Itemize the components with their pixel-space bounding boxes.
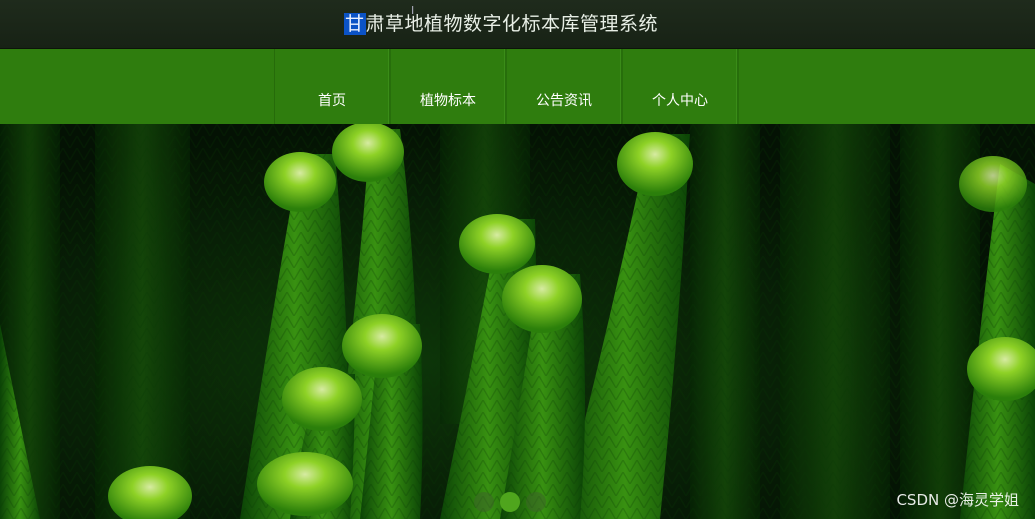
hero-carousel-image[interactable] — [0, 124, 1035, 519]
text-cursor-icon: I — [411, 4, 415, 17]
carousel-dot[interactable] — [474, 492, 494, 512]
nav-item-announcements[interactable]: 公告资讯 — [507, 49, 623, 124]
site-title-text: 肃草地植物数字化标本库管理系统 — [365, 13, 659, 35]
carousel-dot-active[interactable] — [500, 492, 520, 512]
nav-item-label: 个人中心 — [652, 93, 708, 109]
nav-item-label: 公告资讯 — [536, 93, 592, 109]
watermark: CSDN @海灵学姐 — [896, 491, 1019, 509]
nav-item-label: 首页 — [318, 93, 346, 109]
site-title: 甘肃草地植物数字化标本库管理系统 — [344, 9, 658, 36]
site-title-selected-char: 甘 — [344, 13, 366, 35]
nav-item-personal-center[interactable]: 个人中心 — [623, 49, 739, 124]
carousel-dot[interactable] — [526, 492, 546, 512]
main-nav: 首页 植物标本 公告资讯 个人中心 — [274, 49, 739, 124]
nav-item-label: 植物标本 — [420, 93, 476, 109]
page: 甘肃草地植物数字化标本库管理系统 I 首页 植物标本 公告资讯 个人中心 CSD… — [0, 0, 1035, 519]
plant-photo — [0, 124, 1035, 519]
nav-item-home[interactable]: 首页 — [275, 49, 391, 124]
top-bar: 甘肃草地植物数字化标本库管理系统 I — [0, 0, 1035, 49]
nav-item-specimens[interactable]: 植物标本 — [391, 49, 507, 124]
carousel-indicators — [474, 492, 546, 512]
